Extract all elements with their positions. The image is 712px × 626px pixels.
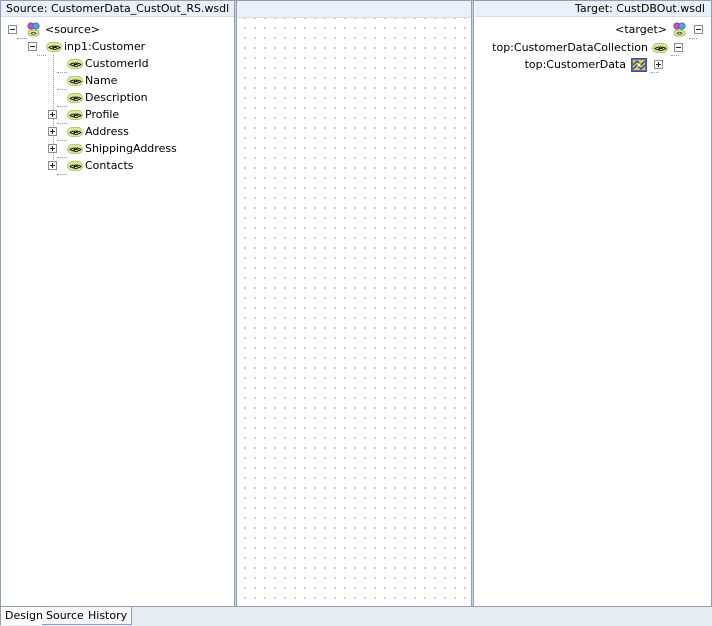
collection-node-row[interactable]: top:CustomerDataCollection <e> [475,39,711,56]
target-root-row[interactable]: <target> <> [475,21,711,38]
tab-source[interactable]: Source [42,607,89,625]
tree-item-shippingaddress[interactable]: <e> ShippingAddress [1,140,231,157]
collection-icon [631,58,647,72]
expand-toggle[interactable] [48,161,57,170]
expand-toggle[interactable] [654,60,663,69]
element-icon: <e> [652,43,668,53]
tree-connector [57,174,67,175]
element-icon: <e> [67,144,83,154]
canvas-header [237,1,471,18]
expand-toggle[interactable] [48,144,57,153]
tree-item-label: Contacts [85,159,134,172]
tree-item-label: Profile [85,108,120,121]
right-splitter[interactable] [471,1,474,606]
tree-item-address[interactable]: <e> Address [1,123,231,140]
source-header: Source: CustomerData_CustOut_RS.wsdl [1,1,234,17]
target-pane: Target: CustDBOut.wsdl <target> <> top:C… [475,1,711,606]
source-root-row[interactable]: <> <source> [1,21,231,38]
tree-item-label: CustomerId [85,57,149,70]
source-pane: Source: CustomerData_CustOut_RS.wsdl <> … [1,1,234,606]
tree-item-label: ShippingAddress [85,142,177,155]
expand-toggle[interactable] [48,127,57,136]
schema-root-icon: <> [27,22,40,37]
element-icon: <e> [67,93,83,103]
tree-item-profile[interactable]: <e> Profile [1,106,231,123]
element-icon: <e> [67,161,83,171]
tree-item-contacts[interactable]: <e> Contacts [1,157,231,174]
collapse-toggle[interactable] [694,25,703,34]
tree-item-name[interactable]: <e> Name [1,72,231,89]
mapping-canvas[interactable] [237,1,471,606]
tab-history[interactable]: History [84,607,133,625]
data-node-row[interactable]: top:CustomerData [475,56,711,73]
expand-toggle[interactable] [48,110,57,119]
collapse-toggle[interactable] [28,42,37,51]
tab-design[interactable]: Design [0,607,48,625]
element-icon: <e> [67,59,83,69]
target-root-label: <target> [615,23,667,36]
target-header: Target: CustDBOut.wsdl [475,1,711,17]
customer-node-label: inp1:Customer [64,40,146,53]
schema-root-icon: <> [673,22,686,37]
element-icon: <e> [67,127,83,137]
collapse-toggle[interactable] [8,25,17,34]
tree-item-label: Description [85,91,148,104]
svg-text:<>: <> [30,31,36,37]
element-icon: <e> [67,76,83,86]
svg-text:<>: <> [676,31,682,37]
tree-item-customerid[interactable]: <e> CustomerId [1,55,231,72]
element-icon: <e> [46,42,62,52]
tree-item-label: Address [85,125,129,138]
element-icon: <e> [67,110,83,120]
customer-node-row[interactable]: <e> inp1:Customer [1,38,231,55]
source-root-label: <source> [45,23,100,36]
tree-item-label: Name [85,74,118,87]
data-node-label: top:CustomerData [524,58,626,71]
collection-node-label: top:CustomerDataCollection [492,41,648,54]
editor-tabs: Design Source History [0,606,712,626]
tree-item-description[interactable]: <e> Description [1,89,231,106]
xsl-mapper-editor: Source: CustomerData_CustOut_RS.wsdl <> … [0,0,712,607]
collapse-toggle[interactable] [674,43,683,52]
